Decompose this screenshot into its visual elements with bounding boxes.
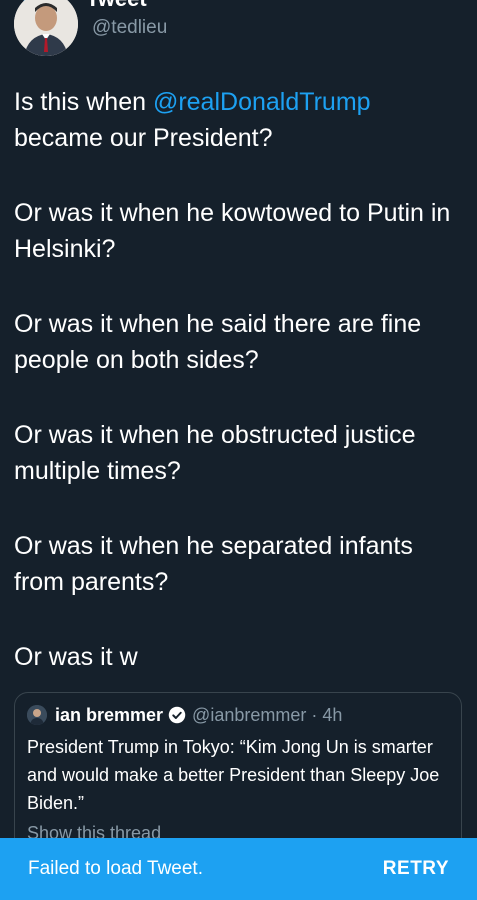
tweet-paragraph: Is this when @realDonaldTrump became our… <box>14 84 464 156</box>
tweet-text-segment: Is this when <box>14 88 153 116</box>
tweet-text-segment: became our President? <box>14 124 273 152</box>
quoted-author-name: ian bremmer <box>55 705 164 725</box>
quoted-tweet-header: ian bremmer @ianbremmer · 4h <box>27 703 449 727</box>
quoted-tweet-text: President Trump in Tokyo: “Kim Jong Un i… <box>27 737 440 813</box>
snackbar-message: Failed to load Tweet. <box>28 858 203 879</box>
quoted-avatar <box>27 705 47 725</box>
retry-button[interactable]: RETRY <box>383 858 449 880</box>
tweet-paragraph: Or was it when he kowtowed to Putin in H… <box>14 199 451 263</box>
tweet-paragraph: Or was it when he said there are fine pe… <box>14 310 422 374</box>
tweet-paragraph: Or was it when he separated infants from… <box>14 532 413 596</box>
error-snackbar: Failed to load Tweet. RETRY <box>0 838 477 900</box>
tweet-text: Is this when @realDonaldTrump became our… <box>14 84 464 714</box>
mention-link[interactable]: @realDonaldTrump <box>153 88 371 116</box>
author-handle[interactable]: @tedlieu <box>92 17 167 39</box>
tweet-paragraph: Or was it w <box>14 643 138 671</box>
avatar-photo-icon <box>14 0 78 56</box>
tweet-paragraph: Or was it when he obstructed justice mul… <box>14 421 416 485</box>
quoted-avatar-icon <box>27 705 47 725</box>
tweet-author[interactable]: @tedlieu <box>14 0 167 56</box>
tweet-screen: Tweet @tedlieu Is this when @realDonaldT… <box>0 0 477 900</box>
verified-badge-icon <box>168 706 186 724</box>
avatar[interactable] <box>14 0 78 56</box>
quoted-handle-time: @ianbremmer · 4h <box>192 705 343 725</box>
